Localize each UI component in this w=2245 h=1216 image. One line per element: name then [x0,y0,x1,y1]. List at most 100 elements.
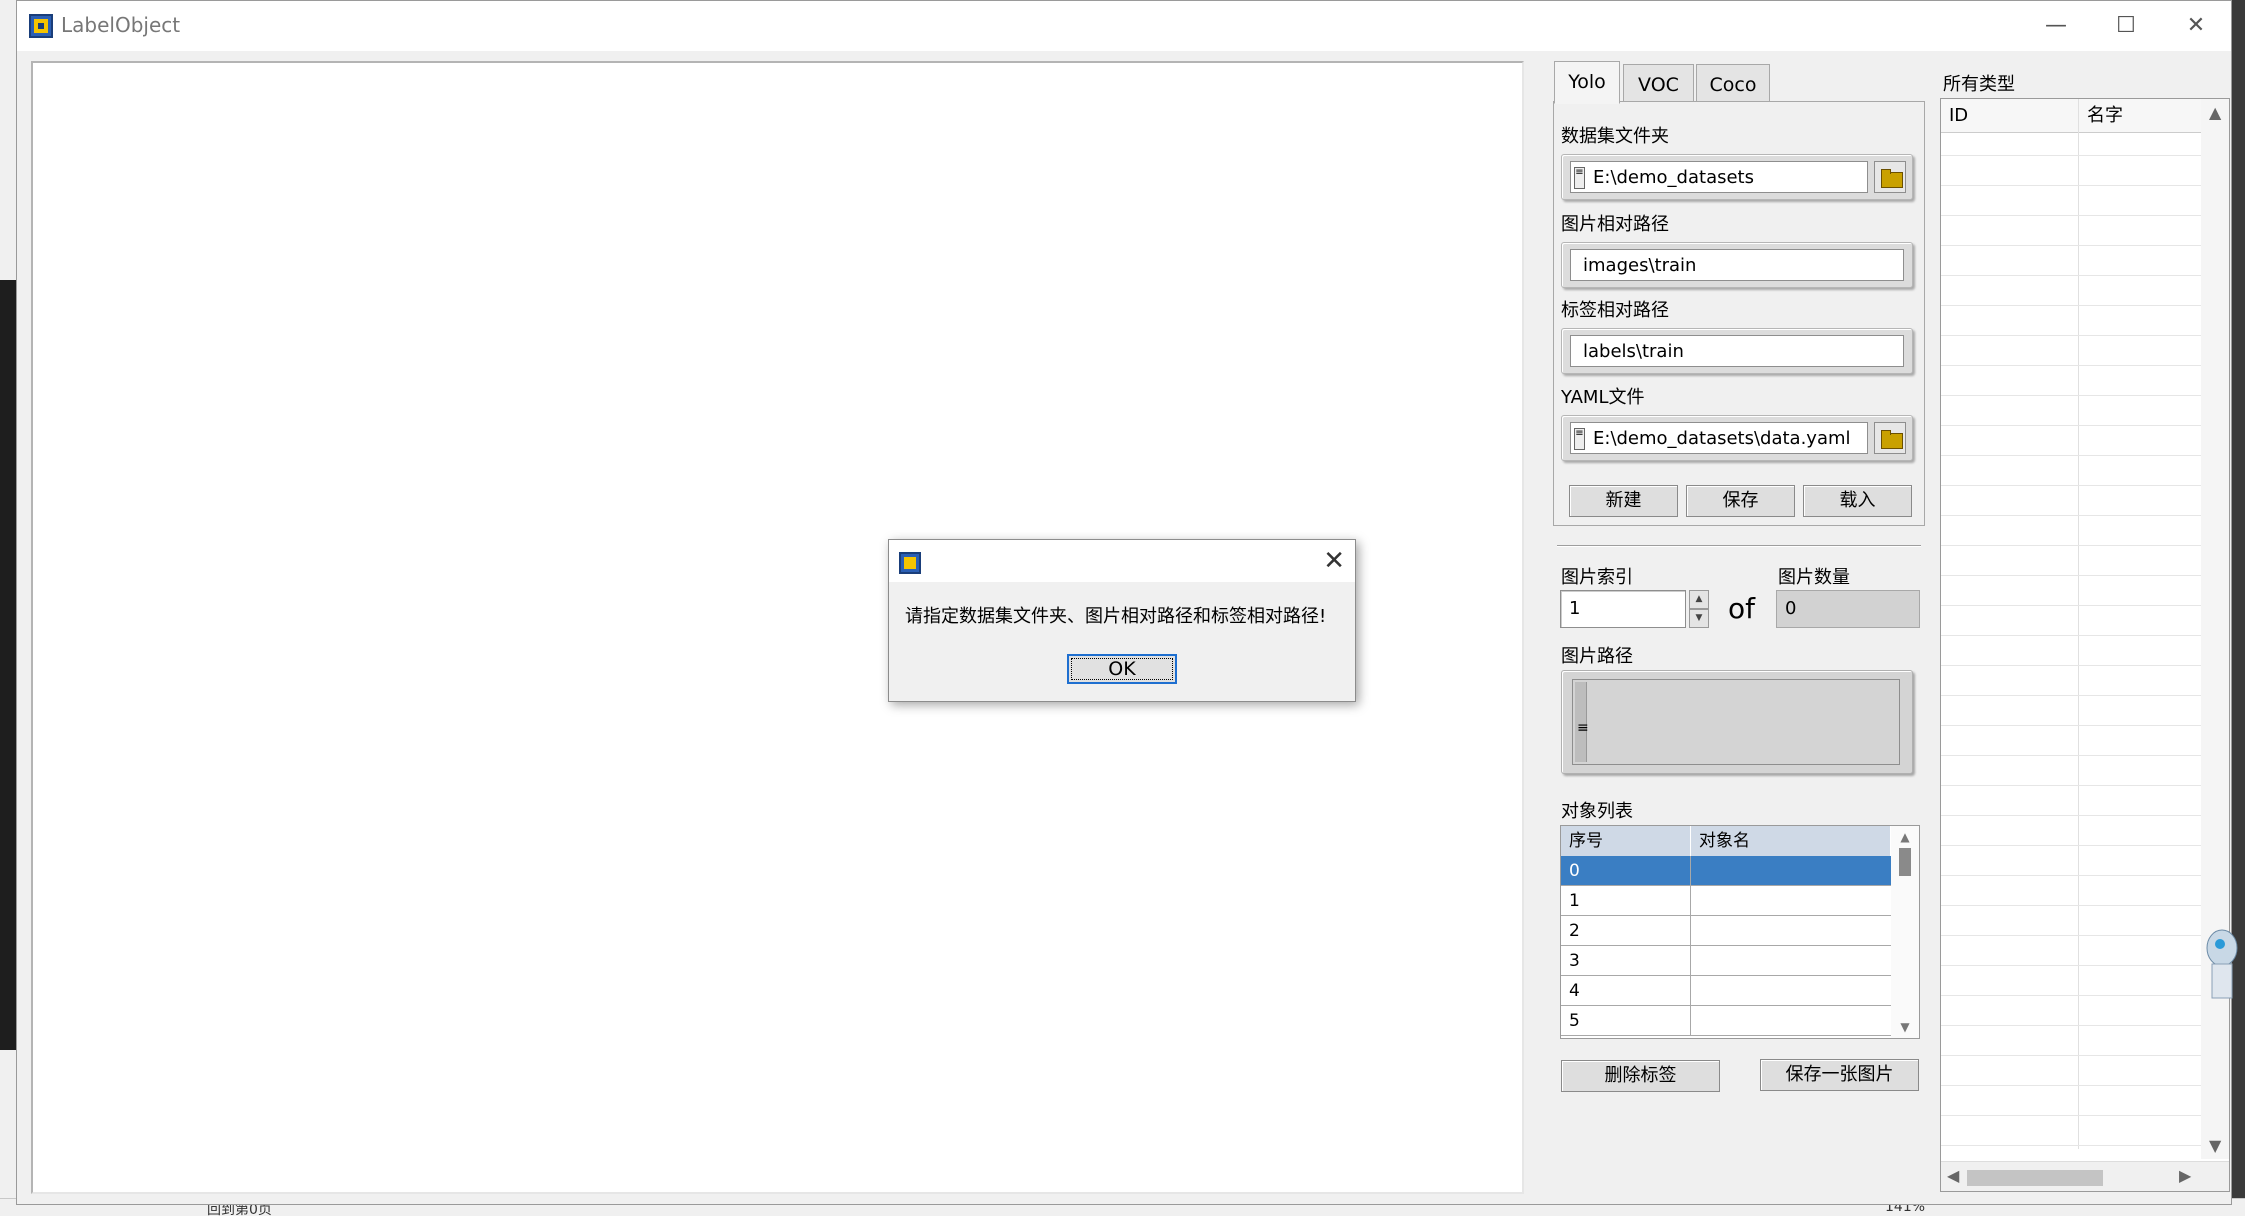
scroll-right-icon[interactable]: ▶ [2179,1166,2191,1185]
image-path-field[interactable]: ≡ [1572,679,1900,765]
delete-label-button[interactable]: 删除标签 [1561,1060,1720,1092]
all-types-label: 所有类型 [1943,74,2015,95]
image-path-label: 图片路径 [1561,646,1633,667]
scroll-up-icon[interactable]: ▲ [1891,830,1919,844]
path-type-icon: ≡ [1575,682,1589,762]
column-header-name: 名字 [2078,99,2201,133]
image-rel-path-label: 图片相对路径 [1561,214,1669,235]
label-rel-path-input[interactable]: labels\train [1570,335,1904,367]
object-list-table[interactable]: 序号 对象名 0 1 2 3 4 5 ▲ ▼ [1560,825,1920,1039]
table-row[interactable]: 4 [1561,976,1891,1006]
yaml-file-value: E:\demo_datasets\data.yaml [1593,428,1851,449]
grid-line [1941,845,2201,846]
minimize-button[interactable]: — [2021,1,2091,51]
yaml-file-input[interactable]: ≡ E:\demo_datasets\data.yaml [1570,422,1868,454]
grid-line [1941,215,2201,216]
scroll-up-icon[interactable]: ▲ [2209,103,2221,122]
column-header-id: ID [1941,99,2078,133]
grid-line [1941,695,2201,696]
grid-line [1941,545,2201,546]
grid-line [1941,995,2201,996]
browse-folder-icon[interactable] [1874,161,1906,193]
table-row[interactable]: 2 [1561,916,1891,946]
separator [1557,545,1921,547]
save-button[interactable]: 保存 [1686,485,1795,517]
tab-voc[interactable]: VOC [1623,64,1694,104]
grid-line [1941,1085,2201,1086]
app-icon [29,14,53,38]
window-title: LabelObject [61,13,181,37]
grid-line [1941,185,2201,186]
dataset-folder-value: E:\demo_datasets [1593,167,1754,188]
desktop-mascot-icon [2198,920,2238,1002]
grid-line [1941,425,2201,426]
grid-line [1941,305,2201,306]
image-rel-path-control: images\train [1561,242,1913,288]
grid-line [1941,275,2201,276]
table-row[interactable]: 0 [1561,856,1891,886]
grid-line [1941,155,2201,156]
ok-button[interactable]: OK [1067,654,1177,684]
grid-line [1941,935,2201,936]
increment-arrow-icon[interactable]: ▲ [1689,590,1709,609]
grid-line [1941,725,2201,726]
scroll-thumb[interactable] [1899,848,1911,876]
grid-line [1941,245,2201,246]
save-image-button[interactable]: 保存一张图片 [1760,1059,1919,1091]
dataset-folder-control: ≡ E:\demo_datasets [1561,154,1913,200]
grid-line [1941,875,2201,876]
grid-line [1941,1055,2201,1056]
grid-line [1941,395,2201,396]
scroll-down-icon[interactable]: ▼ [2209,1136,2221,1155]
background-window-edge [0,0,16,1216]
types-horizontal-scrollbar[interactable]: ◀ ▶ [1941,1161,2229,1191]
load-button[interactable]: 载入 [1803,485,1912,517]
scroll-left-icon[interactable]: ◀ [1947,1166,1959,1185]
column-header-object-name: 对象名 [1691,826,1891,856]
image-path-display: ≡ [1561,670,1913,774]
dialog-message: 请指定数据集文件夹、图片相对路径和标签相对路径! [905,606,1327,627]
image-rel-path-input[interactable]: images\train [1570,249,1904,281]
path-type-icon: ≡ [1574,167,1585,189]
decrement-arrow-icon[interactable]: ▼ [1689,609,1709,628]
scroll-thumb[interactable] [1967,1170,2103,1186]
dataset-folder-input[interactable]: ≡ E:\demo_datasets [1570,161,1868,193]
scroll-down-icon[interactable]: ▼ [1891,1020,1919,1034]
image-index-input[interactable]: 1 [1560,590,1686,628]
of-text: of [1728,592,1755,625]
grid-line [1941,965,2201,966]
maximize-button[interactable]: ☐ [2091,1,2161,51]
column-header-index: 序号 [1561,826,1691,856]
app-icon [899,552,921,574]
object-list-scrollbar[interactable]: ▲ ▼ [1891,826,1919,1038]
grid-line [1941,335,2201,336]
grid-line [1941,515,2201,516]
grid-line [1941,485,2201,486]
tab-coco[interactable]: Coco [1696,64,1770,104]
table-row[interactable]: 1 [1561,886,1891,916]
table-row[interactable]: 3 [1561,946,1891,976]
grid-line [1941,905,2201,906]
types-table[interactable]: ID 名字 ▲ ▼ ◀ ▶ [1940,98,2230,1192]
image-index-stepper: ▲ ▼ [1689,590,1709,628]
grid-line [1941,365,2201,366]
message-dialog: ✕ 请指定数据集文件夹、图片相对路径和标签相对路径! OK [888,539,1356,702]
grid-line [1941,635,2201,636]
grid-line [1941,605,2201,606]
close-button[interactable]: ✕ [2161,1,2231,51]
grid-line [1941,665,2201,666]
yaml-file-label: YAML文件 [1561,387,1645,408]
grid-line [1941,1145,2201,1146]
grid-line [1941,455,2201,456]
table-row[interactable]: 5 [1561,1006,1891,1036]
new-button[interactable]: 新建 [1569,485,1678,517]
tab-yolo[interactable]: Yolo [1554,61,1620,104]
close-icon[interactable]: ✕ [1323,546,1345,576]
path-type-icon: ≡ [1574,428,1585,450]
grid-line [1941,1115,2201,1116]
grid-line [1941,575,2201,576]
image-index-label: 图片索引 [1561,567,1633,588]
browse-yaml-icon[interactable] [1874,422,1906,454]
title-bar: LabelObject — ☐ ✕ [17,1,2231,51]
image-count-indicator: 0 [1776,590,1920,628]
